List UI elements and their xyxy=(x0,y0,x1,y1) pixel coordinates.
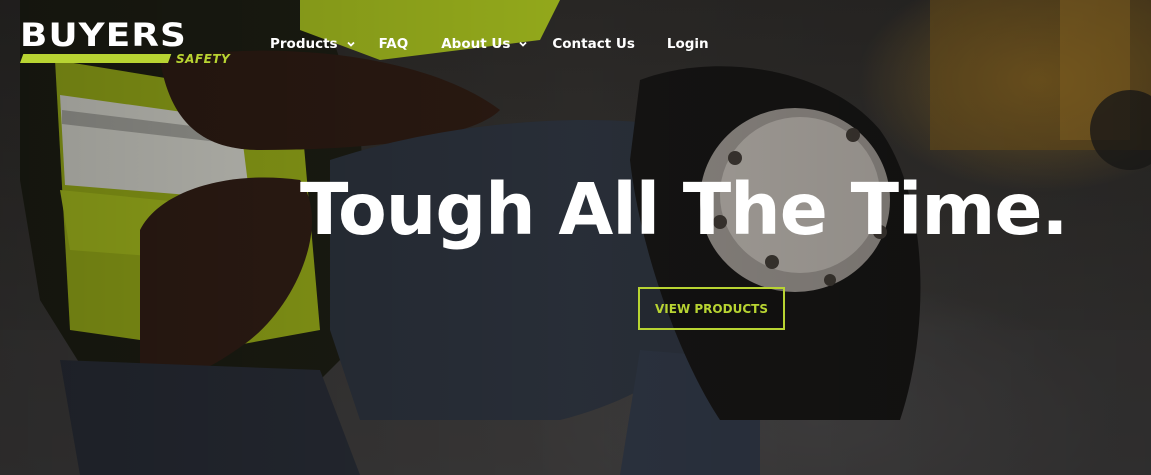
nav-item-label: Login xyxy=(666,36,709,52)
brand-accent-bar xyxy=(20,54,172,63)
hero-headline: Tough All The Time. xyxy=(300,168,1068,251)
nav-item-products[interactable]: Products xyxy=(270,36,356,52)
chevron-down-icon xyxy=(519,41,527,47)
nav-item-label: About Us xyxy=(441,36,511,52)
nav-item-about-us[interactable]: About Us xyxy=(441,36,528,52)
nav-item-contact-us[interactable]: Contact Us xyxy=(552,36,635,52)
nav-item-label: Products xyxy=(270,36,338,52)
nav-item-login[interactable]: Login xyxy=(667,36,709,52)
nav-item-label: FAQ xyxy=(378,36,409,52)
brand-name: BUYERS xyxy=(20,16,187,54)
view-products-button[interactable]: VIEW PRODUCTS xyxy=(638,287,785,330)
brand-tagline: SAFETY xyxy=(176,52,231,66)
main-nav: Products FAQ About Us Contact Us Login xyxy=(270,33,709,55)
nav-item-faq[interactable]: FAQ xyxy=(379,36,409,52)
brand-logo[interactable]: BUYERS SAFETY xyxy=(20,16,230,66)
chevron-down-icon xyxy=(346,41,355,47)
nav-item-label: Contact Us xyxy=(552,36,635,52)
hero-section: BUYERS SAFETY Products FAQ About Us Cont… xyxy=(0,0,1151,475)
